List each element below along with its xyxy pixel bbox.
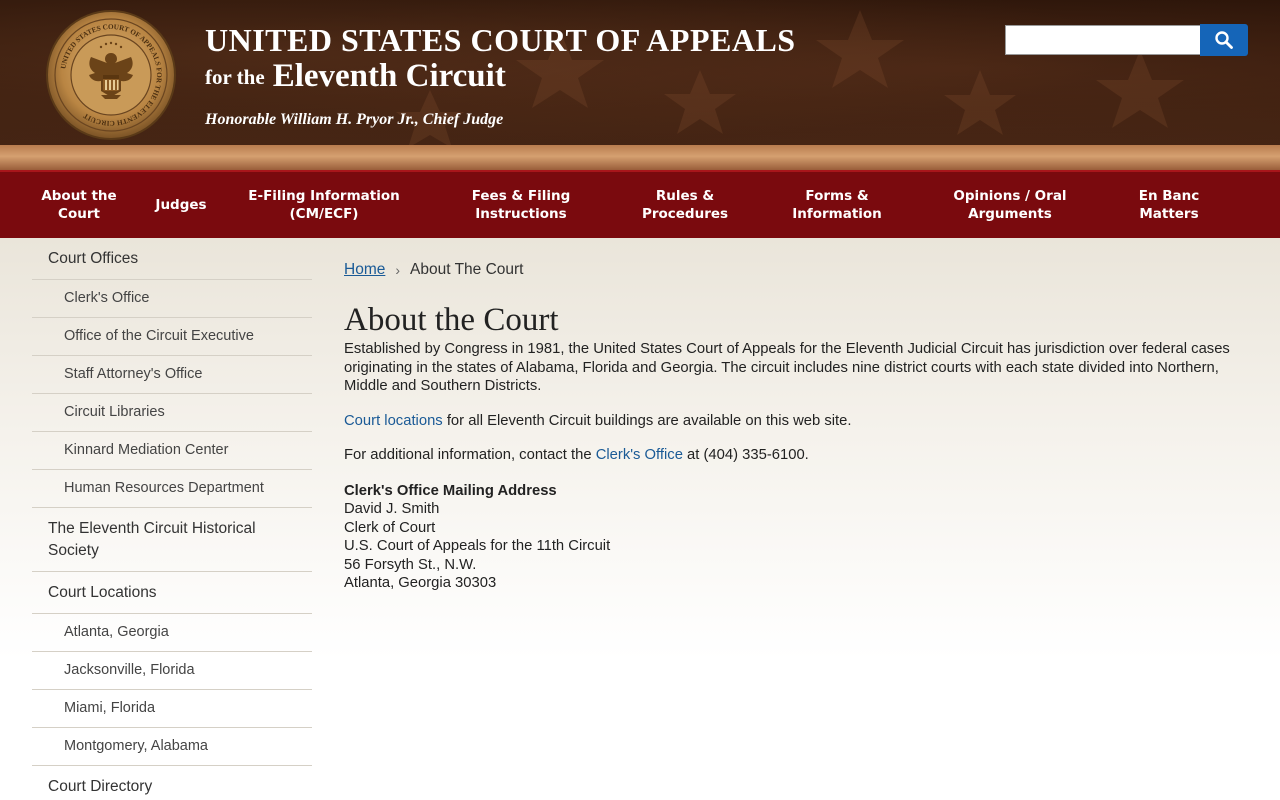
court-seal-logo[interactable]: UNITED STATES COURT OF APPEALS FOR THE E… — [45, 9, 177, 141]
mailing-address: Clerk's Office Mailing Address David J. … — [344, 482, 1244, 593]
sidebar-item-montgomery[interactable]: Montgomery, Alabama — [32, 728, 312, 766]
breadcrumb: Home › About The Court — [344, 258, 1244, 282]
contact-paragraph: For additional information, contact the … — [344, 447, 809, 463]
nav-about-the-court[interactable]: About the Court — [32, 172, 126, 238]
sidebar-item-court-offices[interactable]: Court Offices — [32, 238, 312, 280]
address-line: Atlanta, Georgia 30303 — [344, 575, 497, 591]
sidebar-item-kinnard-mediation[interactable]: Kinnard Mediation Center — [32, 432, 312, 470]
sidebar-item-circuit-libraries[interactable]: Circuit Libraries — [32, 394, 312, 432]
nav-e-filing-information[interactable]: E-Filing Information (CM/ECF) — [240, 172, 408, 238]
chevron-right-icon: › — [395, 262, 401, 278]
chief-judge-line: Honorable William H. Pryor Jr., Chief Ju… — [205, 111, 504, 128]
sidebar-item-circuit-executive[interactable]: Office of the Circuit Executive — [32, 318, 312, 356]
sidebar-item-human-resources[interactable]: Human Resources Department — [32, 470, 312, 508]
nav-fees-filing-instructions[interactable]: Fees & Filing Instructions — [460, 172, 582, 238]
header-decorative-band — [0, 145, 1280, 170]
sidebar-item-miami[interactable]: Miami, Florida — [32, 690, 312, 728]
sidebar-item-court-locations[interactable]: Court Locations — [32, 572, 312, 614]
address-line: Clerk of Court — [344, 519, 436, 536]
nav-en-banc-matters[interactable]: En Banc Matters — [1128, 172, 1210, 238]
clerks-office-link[interactable]: Clerk's Office — [596, 447, 683, 463]
site-title[interactable]: UNITED STATES COURT OF APPEALS — [205, 22, 796, 59]
search-button[interactable] — [1200, 24, 1248, 56]
court-locations-link[interactable]: Court locations — [344, 413, 443, 429]
sidebar-item-atlanta[interactable]: Atlanta, Georgia — [32, 614, 312, 652]
sidebar-item-clerks-office[interactable]: Clerk's Office — [32, 280, 312, 318]
sidebar-item-jacksonville[interactable]: Jacksonville, Florida — [32, 652, 312, 690]
main-nav: About the Court Judges E-Filing Informat… — [0, 170, 1280, 238]
breadcrumb-current: About The Court — [410, 261, 524, 278]
address-heading: Clerk's Office Mailing Address — [344, 482, 557, 499]
sidebar-nav: Court Offices Clerk's Office Office of t… — [32, 238, 312, 800]
address-line: David J. Smith — [344, 501, 440, 517]
address-line: U.S. Court of Appeals for the 11th Circu… — [344, 538, 611, 554]
locations-paragraph: Court locations for all Eleventh Circuit… — [344, 412, 852, 429]
sidebar-item-court-directory[interactable]: Court Directory — [32, 766, 312, 800]
page-title: About the Court — [344, 302, 559, 338]
address-line: 56 Forsyth St., N.W. — [344, 556, 477, 573]
intro-paragraph: Established by Congress in 1981, the Uni… — [344, 341, 1230, 394]
search-icon — [1215, 31, 1233, 49]
site-subtitle-for: for the — [205, 65, 265, 89]
site-header: UNITED STATES COURT OF APPEALS FOR THE E… — [0, 0, 1280, 170]
sidebar-item-staff-attorney[interactable]: Staff Attorney's Office — [32, 356, 312, 394]
site-subtitle[interactable]: for the Eleventh Circuit — [205, 58, 506, 95]
sidebar-item-historical-society[interactable]: The Eleventh Circuit Historical Society — [32, 508, 312, 572]
site-subtitle-circuit: Eleventh Circuit — [272, 58, 506, 94]
main-content: Home › About The Court About the Court E… — [344, 258, 1244, 593]
nav-opinions-oral-arguments[interactable]: Opinions / Oral Arguments — [940, 172, 1080, 238]
nav-rules-procedures[interactable]: Rules & Procedures — [632, 172, 738, 238]
breadcrumb-home-link[interactable]: Home — [344, 261, 385, 279]
search-input[interactable] — [1005, 25, 1201, 55]
nav-forms-information[interactable]: Forms & Information — [782, 172, 892, 238]
nav-judges[interactable]: Judges — [140, 172, 222, 238]
